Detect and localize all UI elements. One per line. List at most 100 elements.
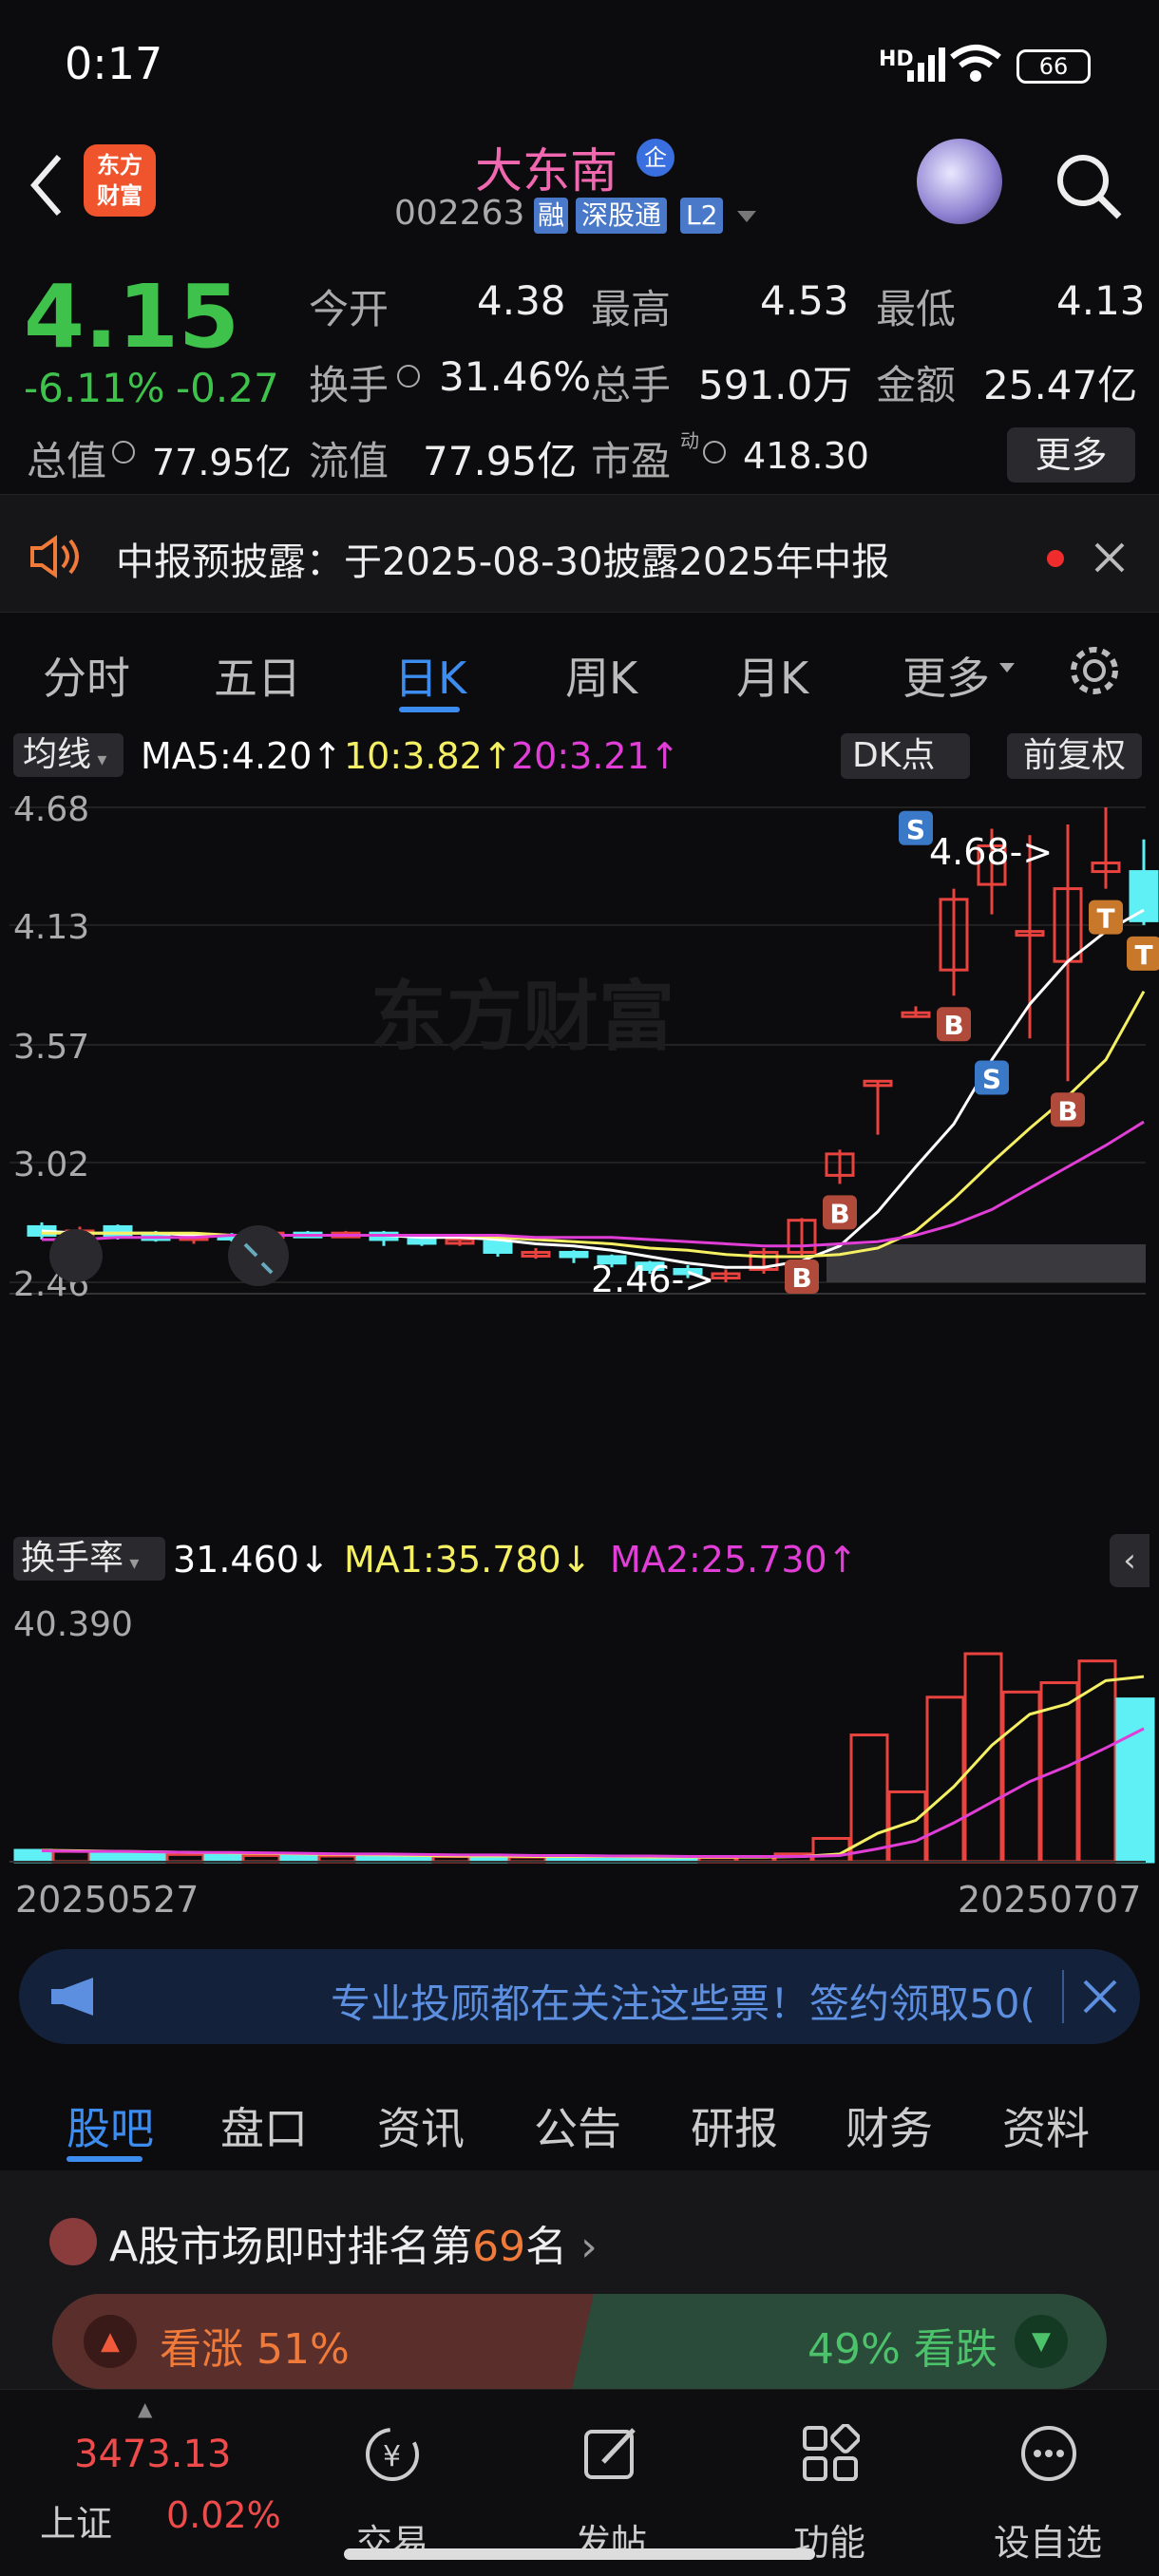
app-logo[interactable]: 东方 财富	[84, 144, 156, 217]
tab-research[interactable]: 研报	[691, 2094, 778, 2157]
ma10-readout: 10:3.82↑	[344, 735, 513, 777]
y-tick-label: 4.68	[13, 790, 89, 829]
turnover-bar	[849, 1733, 889, 1864]
wifi-icon	[950, 45, 1001, 82]
info-icon[interactable]	[397, 365, 420, 388]
tab-monthly-k[interactable]: 月K	[736, 644, 808, 707]
high-label: 最高	[591, 286, 672, 332]
tab-guba[interactable]: 股吧	[66, 2094, 154, 2157]
ranking-text[interactable]: A股市场即时排名第69名 ›	[109, 2212, 598, 2273]
signal-icon	[907, 47, 945, 82]
amount-value: 25.47亿	[983, 362, 1138, 408]
grid-icon	[803, 2424, 860, 2481]
turnover-value: 31.46%	[439, 353, 592, 400]
quote-panel: 4.15 -6.11% -0.27 今开 4.38 最高 4.53 最低 4.1…	[0, 249, 1159, 491]
ma2-value: MA2:25.730	[610, 1539, 827, 1581]
margin-tag: 融	[534, 198, 569, 234]
tab-weekly-k[interactable]: 周K	[565, 644, 637, 707]
change-percent: -6.11%	[24, 365, 165, 411]
open-label: 今开	[309, 286, 390, 332]
back-icon[interactable]	[27, 152, 65, 218]
ma20-value: 20:3.21	[511, 735, 650, 777]
bullish-label: 看涨 51%	[160, 2325, 350, 2374]
close-icon[interactable]	[1092, 540, 1127, 575]
bottom-nav: ▲ 3473.13 上证 0.02% ¥ 交易 发帖 功能 设自选	[0, 2389, 1159, 2576]
search-icon[interactable]	[1054, 152, 1125, 222]
pe-value: 418.30	[743, 435, 869, 477]
bullish-button[interactable]: ▲	[84, 2315, 137, 2368]
notice-bar[interactable]: 中报预披露：于2025-08-30披露2025年中报	[0, 494, 1159, 613]
min-price-note: 2.46->	[591, 1259, 714, 1300]
kline-chart[interactable]: 均线 ▾ MA5:4.20↑ 10:3.82↑ 20:3.21↑ DK点 前复权…	[0, 722, 1159, 1921]
gear-icon[interactable]	[1066, 642, 1123, 699]
trade-marker-label: B	[829, 1198, 849, 1229]
nav-watchlist-label: 设自选	[993, 2522, 1102, 2564]
tab-profile[interactable]: 资料	[1002, 2094, 1090, 2157]
more-button[interactable]: 更多	[1007, 427, 1135, 483]
volume-label: 总手	[591, 362, 672, 408]
y-tick-label: 4.13	[13, 908, 89, 947]
info-icon[interactable]	[703, 441, 726, 464]
tab-five-day[interactable]: 五日	[214, 644, 301, 707]
watermark: 东方财富	[370, 973, 674, 1061]
dk-point-button[interactable]: DK点	[841, 733, 970, 779]
tab-announcements[interactable]: 公告	[534, 2094, 621, 2157]
tab-daily-k[interactable]: 日K	[394, 644, 466, 707]
edit-icon	[584, 2428, 636, 2479]
ma-selector[interactable]: 均线 ▾	[13, 733, 124, 777]
index-up-icon: ▲	[138, 2397, 153, 2420]
notice-text: 中报预披露：于2025-08-30披露2025年中报	[116, 540, 890, 584]
dropdown-icon[interactable]	[735, 207, 758, 226]
bearish-label: 49% 看跌	[808, 2325, 998, 2374]
dk-label: DK点	[852, 736, 936, 775]
scroll-left-icon[interactable]	[49, 1229, 103, 1282]
period-tabs: 分时 五日 日K 周K 月K 更多	[0, 616, 1159, 720]
ma10-value: 10:3.82	[344, 735, 483, 777]
tab-more[interactable]: 更多	[902, 644, 990, 707]
pe-sup: 动	[680, 429, 699, 452]
index-value[interactable]: 3473.13	[74, 2433, 231, 2476]
open-value: 4.38	[477, 277, 566, 324]
logo-text: 财富	[97, 182, 142, 209]
ranking-prefix: A股市场即时排名第	[109, 2223, 473, 2271]
trade-marker-label: T	[1134, 939, 1152, 971]
turnover-bar	[963, 1652, 1003, 1864]
turnover-selector[interactable]: 换手率 ▾	[13, 1537, 165, 1581]
turnover-bar	[925, 1695, 965, 1864]
tab-orderbook[interactable]: 盘口	[220, 2094, 308, 2157]
adjust-button[interactable]: 前复权	[1007, 733, 1142, 779]
candle-body	[407, 1238, 437, 1245]
more-dots-icon	[1021, 2426, 1076, 2481]
trade-marker-label: T	[1096, 903, 1114, 935]
turnover-bar	[1115, 1697, 1155, 1864]
turnover-bar	[127, 1852, 167, 1864]
tab-news[interactable]: 资讯	[377, 2094, 465, 2157]
volume-value: 591.0万	[698, 362, 853, 408]
robot-assistant-icon[interactable]	[917, 139, 1002, 224]
speaker-icon	[30, 535, 79, 578]
turnover-ma-line-1	[41, 1727, 1145, 1859]
trade-marker-label: B	[1057, 1095, 1077, 1127]
unread-dot	[1047, 550, 1064, 567]
tab-finance[interactable]: 财务	[846, 2094, 933, 2157]
candle-body	[559, 1250, 589, 1259]
current-price: 4.15	[24, 266, 239, 368]
trade-markers: BBBBSSTT	[785, 810, 1159, 1294]
expand-icon[interactable]	[228, 1225, 289, 1286]
bearish-button[interactable]: ▼	[1015, 2315, 1068, 2368]
turnover-bars	[13, 1652, 1155, 1864]
trade-icon: ¥	[366, 2428, 419, 2481]
market-cap-value: 77.95亿	[152, 442, 292, 483]
turnover-bar	[165, 1852, 205, 1864]
ranking-icon	[49, 2218, 97, 2265]
close-icon[interactable]	[1081, 1978, 1119, 2016]
low-value: 4.13	[1056, 277, 1146, 324]
l2-tag: L2	[680, 198, 724, 234]
tab-intraday[interactable]: 分时	[43, 644, 130, 707]
megaphone-icon	[51, 1978, 93, 2016]
home-indicator[interactable]	[344, 2548, 815, 2560]
promo-banner[interactable]: 专业投顾都在关注这些票！签约领取50(	[19, 1949, 1140, 2044]
ma5-readout: MA5:4.20↑	[141, 735, 343, 777]
collapse-panel-button[interactable]: ‹	[1110, 1534, 1150, 1587]
info-icon[interactable]	[112, 441, 135, 464]
